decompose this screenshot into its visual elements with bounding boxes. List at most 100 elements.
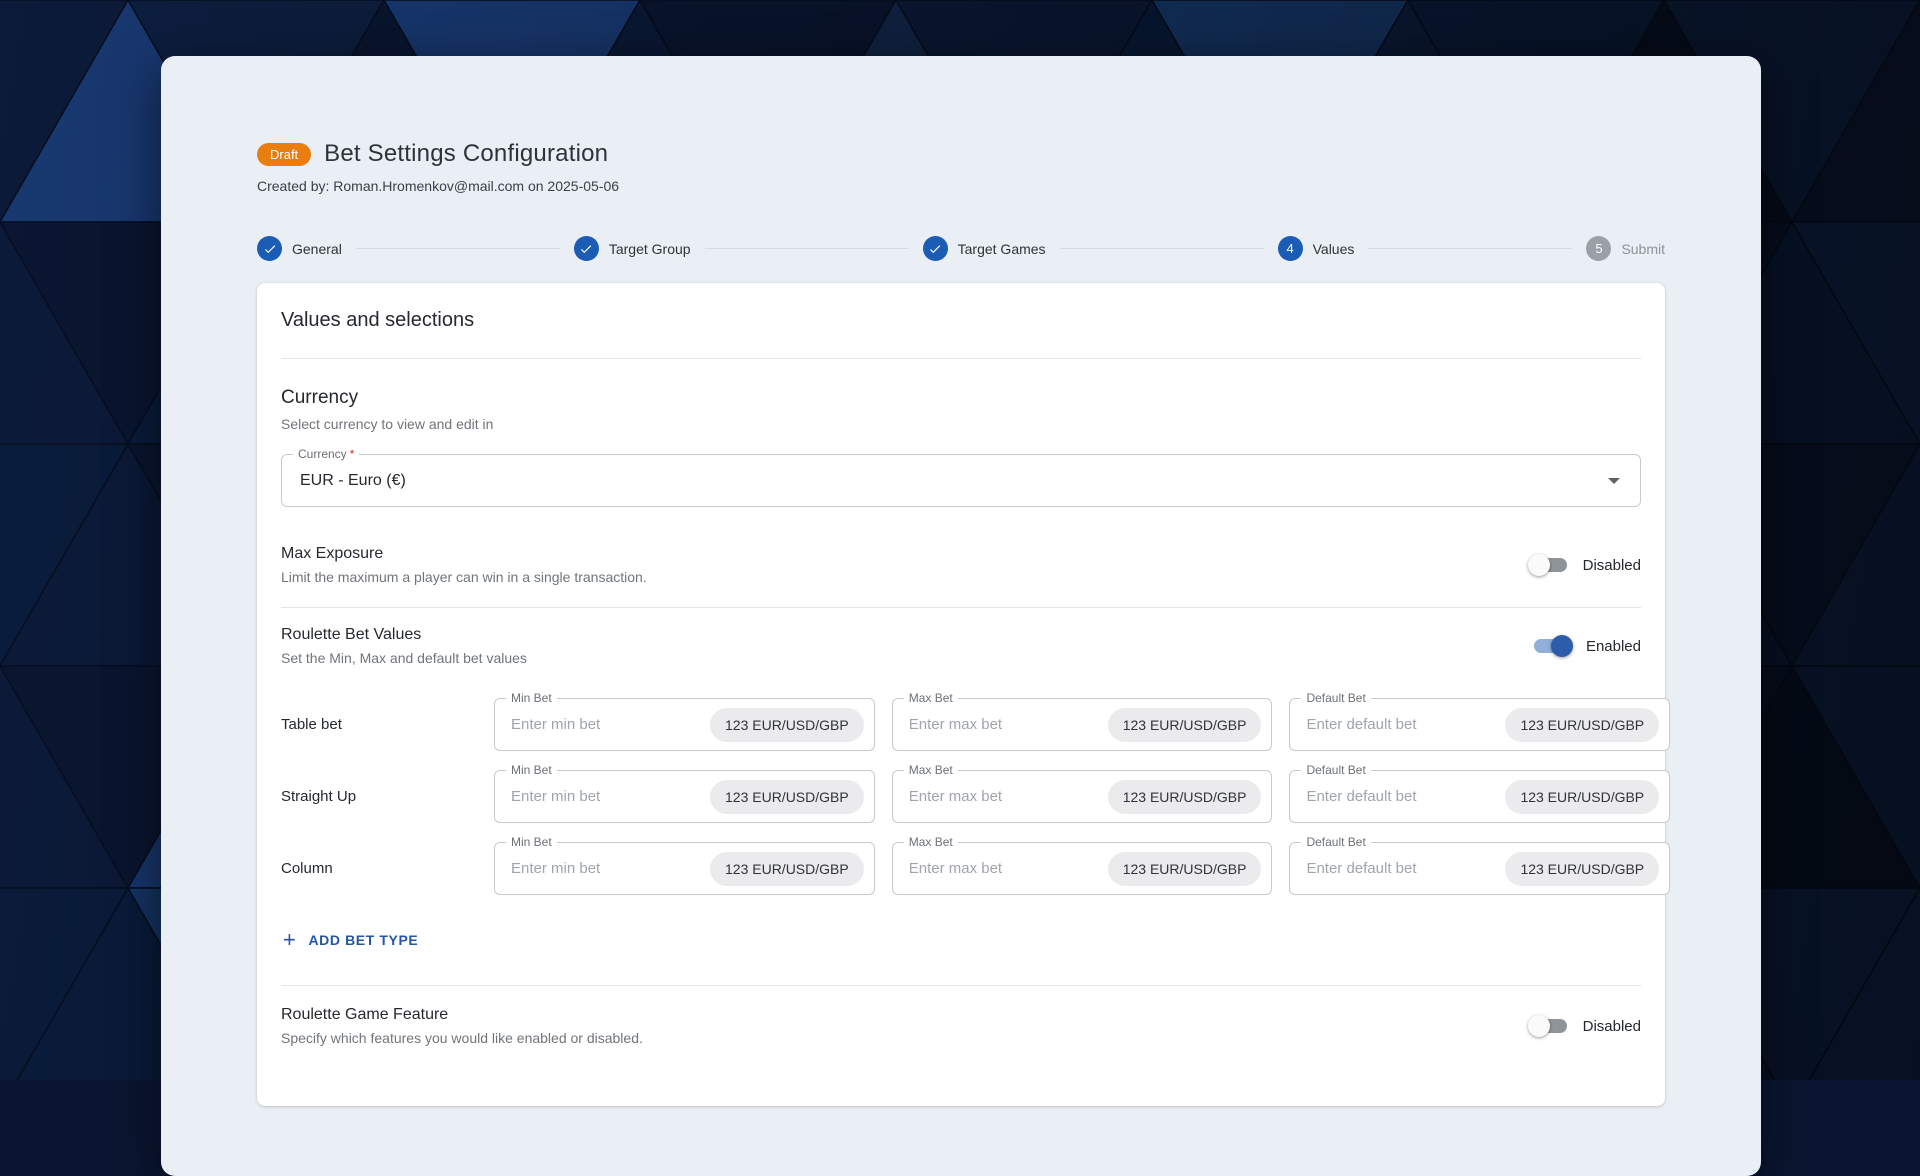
stepper-connector [356,248,560,250]
step-label: Submit [1621,241,1665,257]
card-title: Values and selections [281,309,1641,332]
divider [281,607,1641,608]
max-exposure-toggle[interactable] [1528,554,1570,576]
stepper-step-submit[interactable]: 5 Submit [1586,236,1665,261]
currency-chip: 123 EUR/USD/GBP [1108,780,1262,814]
stepper-connector [1368,248,1572,250]
min-bet-input[interactable] [511,860,710,877]
min-bet-input[interactable] [511,788,710,805]
max-bet-input[interactable] [909,788,1108,805]
currency-field-label: Currency* [293,447,359,461]
currency-chip: 123 EUR/USD/GBP [1505,852,1659,886]
plus-icon: + [283,929,296,951]
add-bet-type-button[interactable]: + ADD BET TYPE [281,921,428,959]
divider [281,358,1641,359]
roulette-bet-values-text: Roulette Bet Values Set the Min, Max and… [281,626,527,666]
max-bet-input[interactable] [909,716,1108,733]
max-exposure-row: Max Exposure Limit the maximum a player … [281,545,1641,585]
roulette-game-feature-row: Roulette Game Feature Specify which feat… [281,1006,1641,1046]
stepper-connector [1060,248,1264,250]
table-bet-min-bet-field: Min Bet123 EUR/USD/GBP [494,698,875,751]
currency-chip: 123 EUR/USD/GBP [1505,708,1659,742]
step-label: Target Games [958,241,1046,257]
roulette-game-feature-toggle-label: Disabled [1583,1018,1641,1035]
required-asterisk: * [350,447,355,461]
currency-select[interactable]: Currency* EUR - Euro (€) [281,454,1641,507]
field-label: Max Bet [904,763,958,777]
roulette-bet-values-title: Roulette Bet Values [281,626,527,644]
field-label: Min Bet [506,691,557,705]
draft-status-badge: Draft [257,143,311,166]
column-default-bet-field: Default Bet123 EUR/USD/GBP [1289,842,1670,895]
step-number: 4 [1278,236,1303,261]
roulette-game-feature-toggle-group: Disabled [1528,1015,1641,1037]
max-exposure-toggle-group: Disabled [1528,554,1641,576]
bet-values-grid: Table betMin Bet123 EUR/USD/GBPMax Bet12… [281,698,1641,895]
straight-up-max-bet-field: Max Bet123 EUR/USD/GBP [892,770,1273,823]
stepper-step-target-games[interactable]: Target Games [923,236,1046,261]
step-label: Values [1313,241,1355,257]
add-bet-type-label: ADD BET TYPE [308,932,418,948]
created-by-text: Created by: Roman.Hromenkov@mail.com on … [257,178,1665,194]
stepper-connector [705,248,909,250]
straight-up-default-bet-field: Default Bet123 EUR/USD/GBP [1289,770,1670,823]
step-label: General [292,241,342,257]
max-exposure-description: Limit the maximum a player can win in a … [281,569,647,585]
roulette-game-feature-title: Roulette Game Feature [281,1006,643,1024]
stepper-step-general[interactable]: General [257,236,342,261]
max-bet-input[interactable] [909,860,1108,877]
values-card: Values and selections Currency Select cu… [257,283,1665,1106]
step-label: Target Group [609,241,691,257]
currency-chip: 123 EUR/USD/GBP [1505,780,1659,814]
currency-chip: 123 EUR/USD/GBP [710,852,864,886]
main-panel: Draft Bet Settings Configuration Created… [161,56,1761,1176]
stepper-step-target-group[interactable]: Target Group [574,236,691,261]
field-label: Default Bet [1301,835,1370,849]
default-bet-input[interactable] [1306,788,1505,805]
bet-type-label: Straight Up [281,788,477,805]
page-title: Bet Settings Configuration [324,140,608,168]
roulette-bet-values-row: Roulette Bet Values Set the Min, Max and… [281,626,1641,666]
table-bet-default-bet-field: Default Bet123 EUR/USD/GBP [1289,698,1670,751]
roulette-bet-values-toggle-label: Enabled [1586,638,1641,655]
column-max-bet-field: Max Bet123 EUR/USD/GBP [892,842,1273,895]
currency-chip: 123 EUR/USD/GBP [710,780,864,814]
divider [281,985,1641,986]
roulette-game-feature-description: Specify which features you would like en… [281,1030,643,1046]
currency-chip: 123 EUR/USD/GBP [1108,708,1262,742]
field-label: Min Bet [506,763,557,777]
stepper-step-values[interactable]: 4 Values [1278,236,1355,261]
field-label: Min Bet [506,835,557,849]
field-label: Max Bet [904,835,958,849]
roulette-bet-values-toggle-group: Enabled [1531,635,1641,657]
page-header: Draft Bet Settings Configuration [257,140,1665,168]
roulette-game-feature-toggle[interactable] [1528,1015,1570,1037]
check-icon [257,236,282,261]
max-exposure-title: Max Exposure [281,545,647,563]
check-icon [574,236,599,261]
straight-up-min-bet-field: Min Bet123 EUR/USD/GBP [494,770,875,823]
step-number: 5 [1586,236,1611,261]
currency-chip: 123 EUR/USD/GBP [710,708,864,742]
roulette-bet-values-toggle[interactable] [1531,635,1573,657]
max-exposure-text: Max Exposure Limit the maximum a player … [281,545,647,585]
currency-subheading: Select currency to view and edit in [281,416,1641,432]
field-label: Max Bet [904,691,958,705]
min-bet-input[interactable] [511,716,710,733]
wizard-stepper: General Target Group Target Games 4 Values 5S… [257,236,1665,261]
field-label: Default Bet [1301,691,1370,705]
bet-type-label: Table bet [281,716,477,733]
column-min-bet-field: Min Bet123 EUR/USD/GBP [494,842,875,895]
table-bet-max-bet-field: Max Bet123 EUR/USD/GBP [892,698,1273,751]
currency-chip: 123 EUR/USD/GBP [1108,852,1262,886]
default-bet-input[interactable] [1306,860,1505,877]
chevron-down-icon [1608,478,1620,484]
max-exposure-toggle-label: Disabled [1583,557,1641,574]
bet-type-label: Column [281,860,477,877]
roulette-game-feature-text: Roulette Game Feature Specify which feat… [281,1006,643,1046]
check-icon [923,236,948,261]
currency-heading: Currency [281,387,1641,409]
roulette-bet-values-description: Set the Min, Max and default bet values [281,650,527,666]
default-bet-input[interactable] [1306,716,1505,733]
currency-selected-value: EUR - Euro (€) [300,472,1608,490]
